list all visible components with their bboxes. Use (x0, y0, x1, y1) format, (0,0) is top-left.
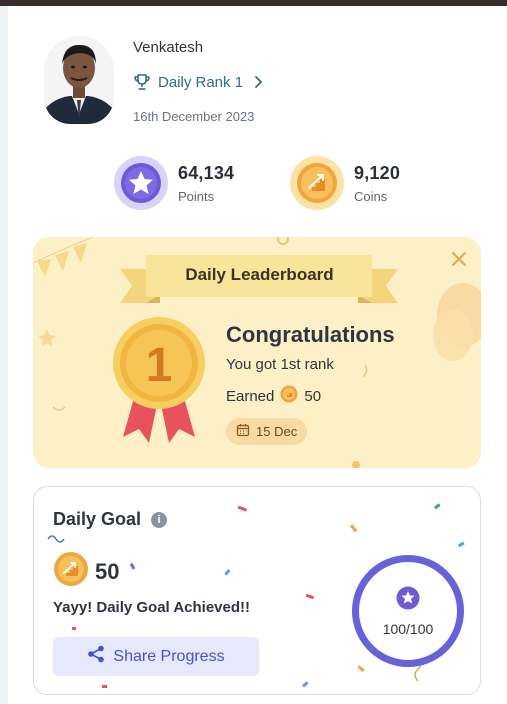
profile-date: 16th December 2023 (133, 109, 255, 124)
coins-value: 9,120 (354, 162, 401, 183)
info-icon[interactable]: i (151, 511, 168, 528)
points-stat: 64,134 Points (114, 156, 234, 210)
user-name: Venkatesh (133, 39, 204, 56)
top-bar (0, 0, 507, 6)
congratulations-heading: Congratulations (226, 322, 395, 347)
daily-rank-label: Daily Rank 1 (158, 73, 244, 91)
leaderboard-date: 15 Dec (256, 424, 298, 439)
points-label: Points (178, 188, 215, 204)
earned-value: 50 (304, 387, 322, 405)
daily-goal-title-row: Daily Goal i (53, 509, 168, 530)
avatar (44, 36, 114, 124)
goal-progress-ring: 100/100 (352, 555, 464, 667)
share-progress-button[interactable]: Share Progress (53, 637, 259, 676)
leaderboard-title: Daily Leaderboard (185, 265, 334, 284)
share-progress-label: Share Progress (113, 647, 225, 665)
coin-icon (280, 385, 298, 407)
daily-goal-card: Daily Goal i 50 Yayy! Daily Goal Achieve… (33, 486, 481, 695)
chevron-right-icon (254, 75, 264, 89)
goal-status: Yayy! Daily Goal Achieved!! (53, 599, 251, 616)
coin-stairs-icon (290, 156, 344, 210)
left-rail (0, 6, 8, 704)
star-icon (114, 156, 168, 210)
earned-row: Earned 50 (226, 385, 321, 407)
trophy-icon (133, 73, 151, 91)
rank-message: You got 1st rank (226, 356, 334, 373)
star-icon (396, 586, 420, 615)
earned-label: Earned (226, 387, 275, 405)
gold-medal-icon: 1 (113, 317, 205, 443)
coin-stairs-icon (53, 551, 89, 593)
daily-rank-link[interactable]: Daily Rank 1 (133, 73, 264, 91)
daily-goal-title: Daily Goal (53, 509, 142, 529)
leaderboard-card: Daily Leaderboard 1 Congratulations You … (33, 237, 481, 468)
goal-coins-value: 50 (95, 559, 120, 584)
calendar-icon (236, 423, 250, 440)
coins-stat: 9,120 Coins (290, 156, 400, 210)
points-value: 64,134 (178, 162, 235, 183)
goal-coins-row: 50 (53, 551, 119, 593)
coins-label: Coins (354, 188, 388, 204)
close-icon[interactable] (449, 249, 469, 269)
share-icon (87, 645, 105, 668)
goal-progress-text: 100/100 (382, 620, 434, 637)
leaderboard-date-pill: 15 Dec (226, 418, 308, 445)
medal-number: 1 (146, 339, 173, 392)
